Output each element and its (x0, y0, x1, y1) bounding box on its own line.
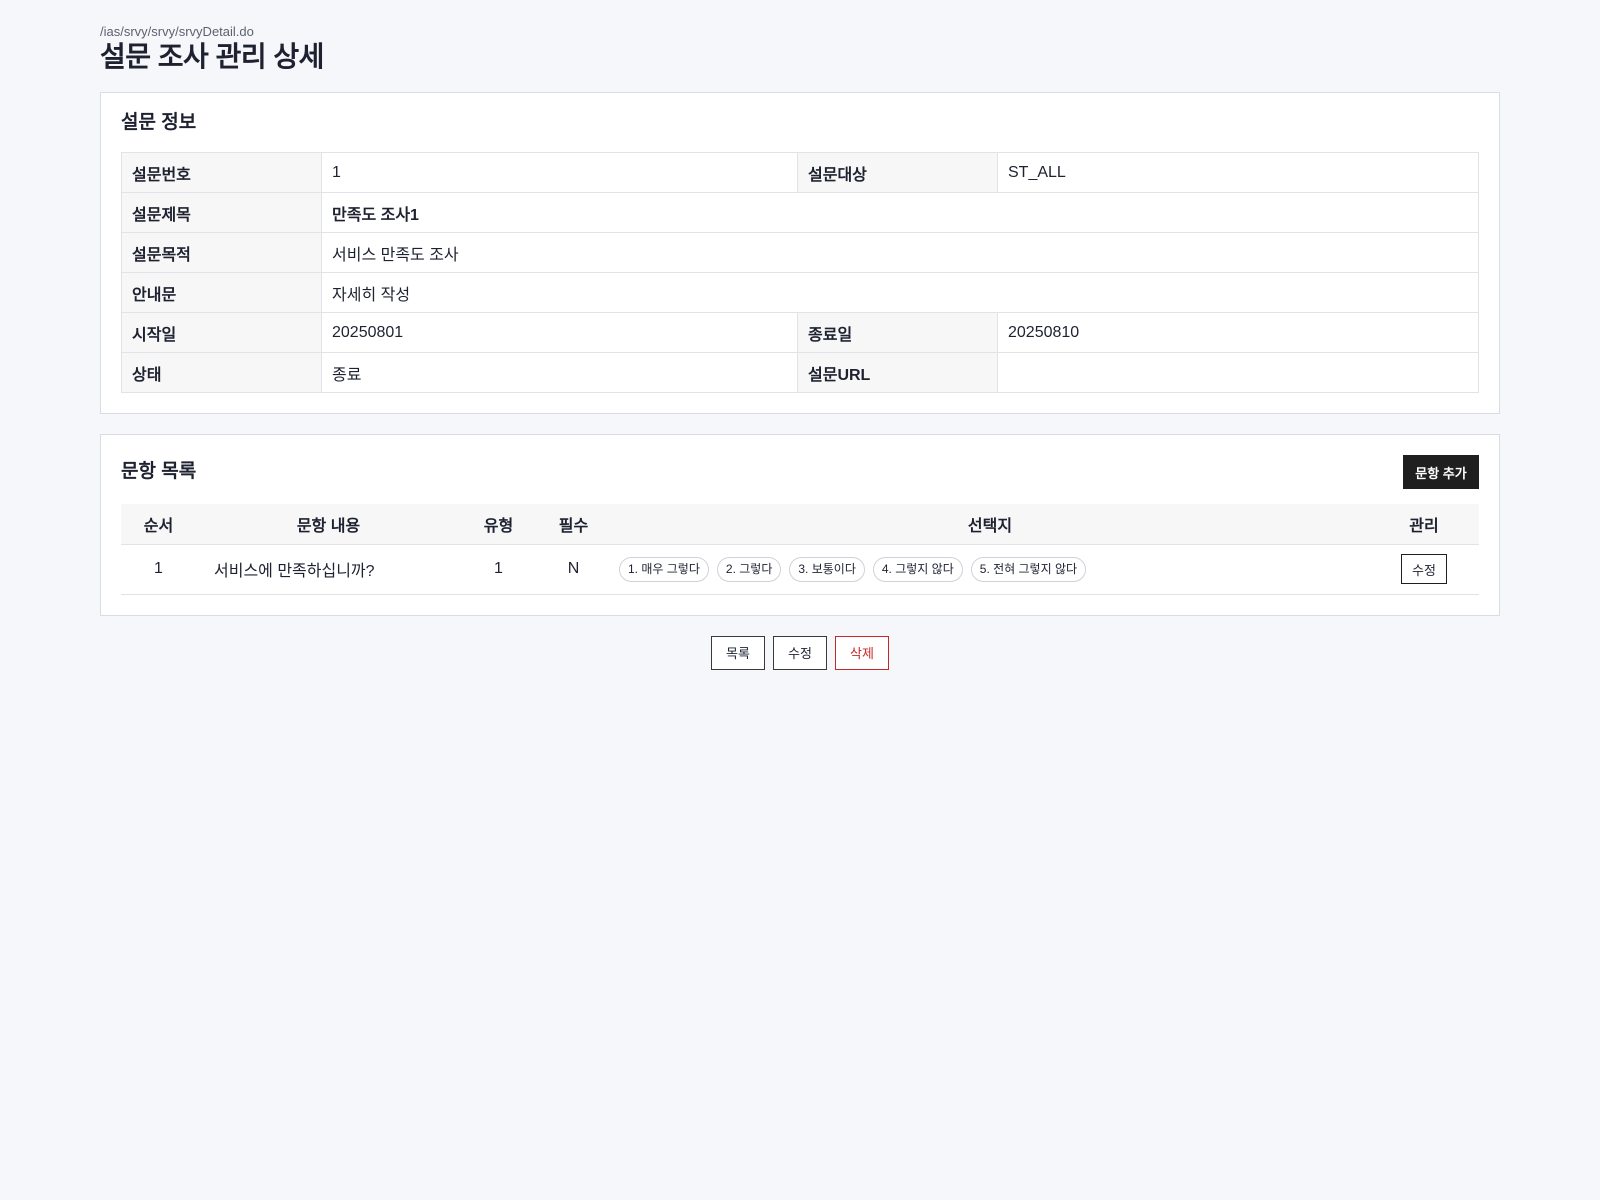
info-row-guide: 안내문 자세히 작성 (121, 272, 1479, 313)
info-row-subject: 설문제목 만족도 조사1 (121, 192, 1479, 233)
value-survey-no: 1 (321, 152, 798, 193)
label-status: 상태 (121, 352, 322, 393)
col-order: 순서 (121, 504, 196, 545)
row-order: 1 (121, 544, 196, 595)
question-table: 순서 문항 내용 유형 필수 선택지 관리 1 서비스에 만족하십니까? 1 N… (121, 504, 1479, 595)
col-manage: 관리 (1369, 504, 1479, 545)
label-survey-purpose: 설문목적 (121, 232, 322, 273)
info-row-dates: 시작일 20250801 종료일 20250810 (121, 312, 1479, 353)
question-list-header: 문항 목록 문항 추가 (121, 455, 1479, 489)
info-row-status: 상태 종료 설문URL (121, 352, 1479, 393)
label-survey-no: 설문번호 (121, 152, 322, 193)
label-start-date: 시작일 (121, 312, 322, 353)
question-table-header: 순서 문항 내용 유형 필수 선택지 관리 (121, 504, 1479, 545)
col-content: 문항 내용 (196, 504, 461, 545)
row-content: 서비스에 만족하십니까? (196, 544, 461, 595)
page: /ias/srvy/srvy/srvyDetail.do 설문 조사 관리 상세… (100, 24, 1500, 670)
choice-chip: 5. 전혀 그렇지 않다 (970, 556, 1087, 582)
col-required: 필수 (536, 504, 611, 545)
table-row: 1 서비스에 만족하십니까? 1 N 1. 매우 그렇다 2. 그렇다 3. 보통이… (121, 544, 1479, 595)
delete-button[interactable]: 삭제 (835, 635, 889, 670)
value-start-date: 20250801 (321, 312, 798, 353)
row-manage: 수정 (1369, 544, 1479, 595)
survey-info-title: 설문 정보 (121, 112, 197, 133)
url-path: /ias/srvy/srvy/srvyDetail.do (100, 24, 254, 39)
col-type: 유형 (461, 504, 536, 545)
row-required: N (536, 544, 611, 595)
label-survey-subject: 설문제목 (121, 192, 322, 233)
question-list-title: 문항 목록 (121, 461, 197, 482)
edit-question-button[interactable]: 수정 (1401, 554, 1447, 584)
survey-info-card: 설문 정보 설문번호 1 설문대상 ST_ALL 설문제목 만족도 조사1 설문… (100, 92, 1500, 414)
info-row-purpose: 설문목적 서비스 만족도 조사 (121, 232, 1479, 273)
footer-buttons: 목록 수정 삭제 (100, 635, 1500, 670)
edit-button[interactable]: 수정 (773, 635, 827, 670)
col-choices: 선택지 (611, 504, 1369, 545)
row-type: 1 (461, 544, 536, 595)
value-status: 종료 (321, 352, 798, 393)
choice-chip: 4. 그렇지 않다 (872, 556, 963, 582)
question-list-card: 문항 목록 문항 추가 순서 문항 내용 유형 필수 선택지 관리 1 서비스에… (100, 434, 1500, 616)
label-survey-url: 설문URL (797, 352, 998, 393)
value-survey-target: ST_ALL (997, 152, 1479, 193)
value-end-date: 20250810 (997, 312, 1479, 353)
list-button[interactable]: 목록 (711, 635, 765, 670)
value-survey-url (997, 352, 1479, 393)
label-survey-target: 설문대상 (797, 152, 998, 193)
value-survey-purpose: 서비스 만족도 조사 (321, 232, 1479, 273)
label-survey-guide: 안내문 (121, 272, 322, 313)
choice-chip: 1. 매우 그렇다 (619, 556, 709, 582)
value-survey-guide: 자세히 작성 (321, 272, 1479, 313)
label-end-date: 종료일 (797, 312, 998, 353)
row-choices: 1. 매우 그렇다 2. 그렇다 3. 보통이다 4. 그렇지 않다 5. 전혀 그렇지… (611, 544, 1369, 595)
page-title: 설문 조사 관리 상세 (100, 41, 324, 72)
info-row-no: 설문번호 1 설문대상 ST_ALL (121, 152, 1479, 193)
choice-chip: 2. 그렇다 (716, 556, 782, 582)
add-question-button[interactable]: 문항 추가 (1403, 455, 1479, 489)
value-survey-subject: 만족도 조사1 (321, 192, 1479, 233)
choice-chip: 3. 보통이다 (789, 556, 865, 582)
survey-info-table: 설문번호 1 설문대상 ST_ALL 설문제목 만족도 조사1 설문목적 서비스… (121, 152, 1479, 393)
